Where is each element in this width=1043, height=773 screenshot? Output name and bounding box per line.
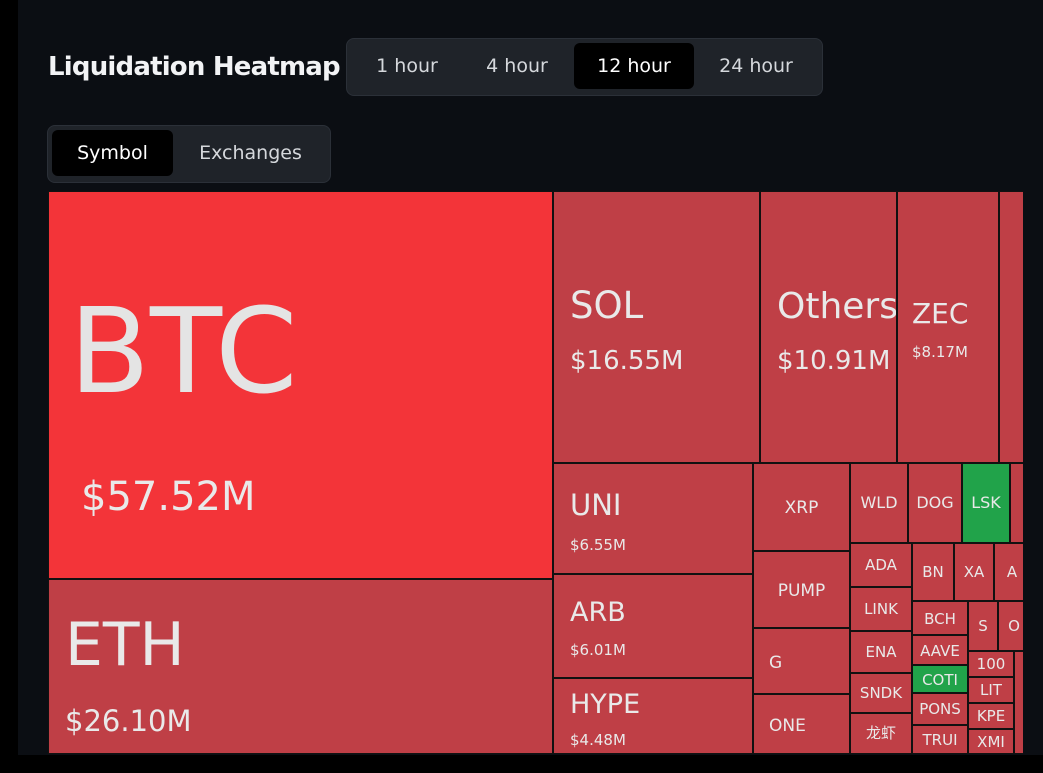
- tile-symbol: ADA: [865, 556, 897, 574]
- tile-coti[interactable]: COTI: [912, 665, 968, 693]
- tile-ada[interactable]: ADA: [850, 543, 912, 587]
- tile-value: $6.55M: [570, 536, 626, 554]
- tile-symbol: BCH: [924, 610, 956, 628]
- tile-s[interactable]: S: [968, 601, 998, 651]
- tile-symbol: HYPE: [570, 689, 641, 720]
- tile-zec[interactable]: ZEC $8.17M: [897, 191, 999, 463]
- tile-lit[interactable]: LIT: [968, 677, 1014, 703]
- tile-pump[interactable]: PUMP: [753, 551, 850, 628]
- timeframe-12h-button[interactable]: 12 hour: [574, 43, 694, 89]
- tile-cut-right[interactable]: [999, 191, 1023, 463]
- tile-symbol: DOG: [916, 493, 954, 512]
- tile-symbol: UNI: [570, 488, 622, 522]
- tile-one[interactable]: ONE: [753, 694, 850, 754]
- tile-bch[interactable]: BCH: [912, 601, 968, 635]
- tile-hype[interactable]: HYPE $4.48M: [553, 678, 753, 754]
- page-title: Liquidation Heatmap: [48, 52, 341, 82]
- tile-symbol: S: [978, 617, 988, 635]
- tile-pons[interactable]: PONS: [912, 693, 968, 725]
- tile-symbol: SOL: [570, 284, 644, 327]
- tile-symbol: BTC: [69, 282, 298, 420]
- tile-symbol: ENA: [865, 643, 897, 661]
- tile-dog[interactable]: DOG: [908, 463, 962, 543]
- tile-symbol: TRUI: [922, 731, 958, 749]
- tile-symbol: KPE: [976, 707, 1006, 725]
- tab-symbol[interactable]: Symbol: [52, 130, 173, 176]
- tile-kpe[interactable]: KPE: [968, 703, 1014, 729]
- tile-tiny[interactable]: [1014, 651, 1023, 754]
- tile-bn[interactable]: BN: [912, 543, 954, 601]
- tile-symbol: Others: [777, 286, 897, 327]
- tile-btc[interactable]: BTC $57.52M: [48, 191, 553, 579]
- tile-ena[interactable]: ENA: [850, 631, 912, 673]
- tile-xrp[interactable]: XRP: [753, 463, 850, 551]
- tile-wld[interactable]: WLD: [850, 463, 908, 543]
- tile-value: $6.01M: [570, 641, 626, 659]
- tile-symbol: O: [1008, 617, 1020, 635]
- tile-symbol: XMI: [977, 733, 1005, 751]
- tile-symbol: LSK: [971, 493, 1001, 512]
- tile-arb[interactable]: ARB $6.01M: [553, 574, 753, 678]
- tile-value: $26.10M: [65, 704, 192, 738]
- tile-cut-right[interactable]: [1010, 463, 1023, 543]
- liquidation-treemap: BTC $57.52M ETH $26.10M SOL $16.55M Othe…: [48, 191, 1023, 754]
- tile-symbol: COTI: [922, 671, 958, 689]
- tile-aave[interactable]: AAVE: [912, 635, 968, 665]
- timeframe-selector: 1 hour 4 hour 12 hour 24 hour: [346, 38, 823, 96]
- tile-symbol: SNDK: [859, 684, 903, 702]
- tile-lsk[interactable]: LSK: [962, 463, 1010, 543]
- tile-a[interactable]: A: [994, 543, 1023, 601]
- tile-longxia[interactable]: 龙虾: [850, 713, 912, 754]
- tile-others[interactable]: Others $10.91M: [760, 191, 897, 463]
- tile-symbol: G: [769, 653, 783, 673]
- tile-symbol: ETH: [65, 610, 185, 680]
- tile-o[interactable]: O: [998, 601, 1023, 651]
- timeframe-1h-button[interactable]: 1 hour: [357, 43, 457, 89]
- tile-sndk[interactable]: SNDK: [850, 673, 912, 713]
- tile-g[interactable]: G: [753, 628, 850, 694]
- tile-symbol: 龙虾: [865, 724, 896, 742]
- timeframe-4h-button[interactable]: 4 hour: [467, 43, 567, 89]
- tile-symbol: XRP: [784, 498, 819, 518]
- tile-uni[interactable]: UNI $6.55M: [553, 463, 753, 574]
- tile-value: $4.48M: [570, 731, 626, 749]
- tile-value: $57.52M: [81, 474, 256, 520]
- tile-value: $16.55M: [570, 346, 684, 376]
- tile-symbol: PONS: [919, 700, 961, 718]
- tile-symbol: LINK: [864, 600, 898, 618]
- tile-symbol: A: [1006, 563, 1018, 581]
- tab-exchanges[interactable]: Exchanges: [178, 130, 323, 176]
- tile-symbol: ZEC: [912, 297, 969, 330]
- tile-link[interactable]: LINK: [850, 587, 912, 631]
- tile-symbol: 100: [976, 655, 1006, 673]
- tile-xmi[interactable]: XMI: [968, 729, 1014, 754]
- tile-symbol: WLD: [860, 493, 898, 512]
- tile-100[interactable]: 100: [968, 651, 1014, 677]
- tile-symbol: ONE: [769, 716, 806, 736]
- tile-eth[interactable]: ETH $26.10M: [48, 579, 553, 754]
- timeframe-24h-button[interactable]: 24 hour: [700, 43, 812, 89]
- view-tab-selector: Symbol Exchanges: [47, 125, 331, 183]
- tile-value: $8.17M: [912, 343, 968, 361]
- tile-value: $10.91M: [777, 346, 891, 376]
- tile-trui[interactable]: TRUI: [912, 725, 968, 754]
- tile-xa[interactable]: XA: [954, 543, 994, 601]
- tile-symbol: PUMP: [777, 581, 826, 601]
- tile-sol[interactable]: SOL $16.55M: [553, 191, 760, 463]
- bottom-strip: [0, 755, 1043, 773]
- tile-symbol: BN: [922, 563, 944, 581]
- tile-symbol: AAVE: [920, 642, 960, 660]
- tile-symbol: XA: [963, 563, 985, 581]
- tile-symbol: LIT: [980, 681, 1002, 699]
- tile-symbol: ARB: [570, 597, 626, 628]
